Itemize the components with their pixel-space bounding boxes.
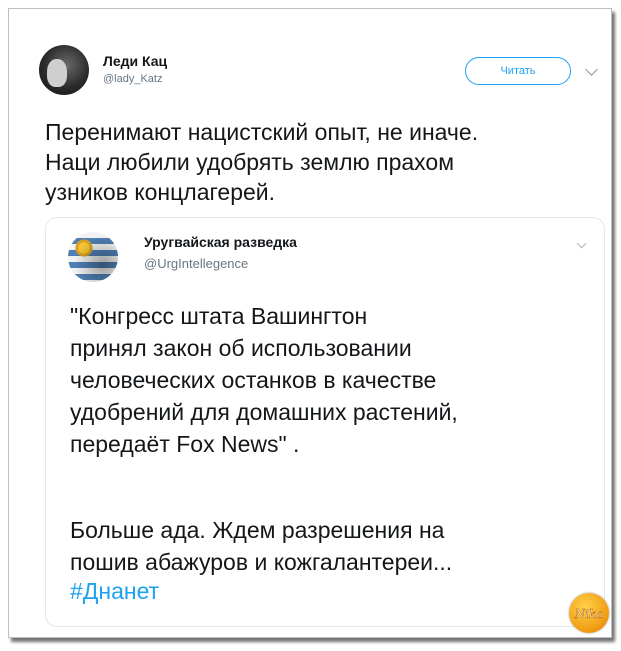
quoted-tweet-comment: Больше ада. Ждем разрешения на пошив аба… bbox=[70, 517, 453, 575]
quoted-tweet[interactable]: Уругвайская разведка @UrgIntellegence "К… bbox=[45, 217, 605, 627]
watermark-logo: Nika bbox=[569, 593, 609, 633]
hashtag-link[interactable]: #Днанет bbox=[70, 578, 159, 605]
author-name[interactable]: Леди Кац bbox=[103, 53, 167, 69]
author-handle[interactable]: @lady_Katz bbox=[103, 73, 162, 85]
watermark-text: Nika bbox=[574, 607, 604, 621]
chevron-down-icon[interactable] bbox=[585, 63, 598, 76]
tweet-text: Перенимают нацистский опыт, не иначе. На… bbox=[45, 119, 479, 205]
quoted-author-avatar[interactable] bbox=[68, 232, 118, 282]
tweet-card: Леди Кац @lady_Katz Читать Перенимают на… bbox=[8, 8, 612, 638]
quoted-tweet-text: "Конгресс штата Вашингтон принял закон о… bbox=[70, 303, 458, 457]
quoted-author-handle[interactable]: @UrgIntellegence bbox=[144, 256, 248, 271]
author-avatar[interactable] bbox=[39, 45, 89, 95]
quoted-author-name[interactable]: Уругвайская разведка bbox=[144, 234, 297, 250]
chevron-down-icon[interactable] bbox=[576, 238, 587, 249]
follow-button[interactable]: Читать bbox=[465, 57, 571, 85]
